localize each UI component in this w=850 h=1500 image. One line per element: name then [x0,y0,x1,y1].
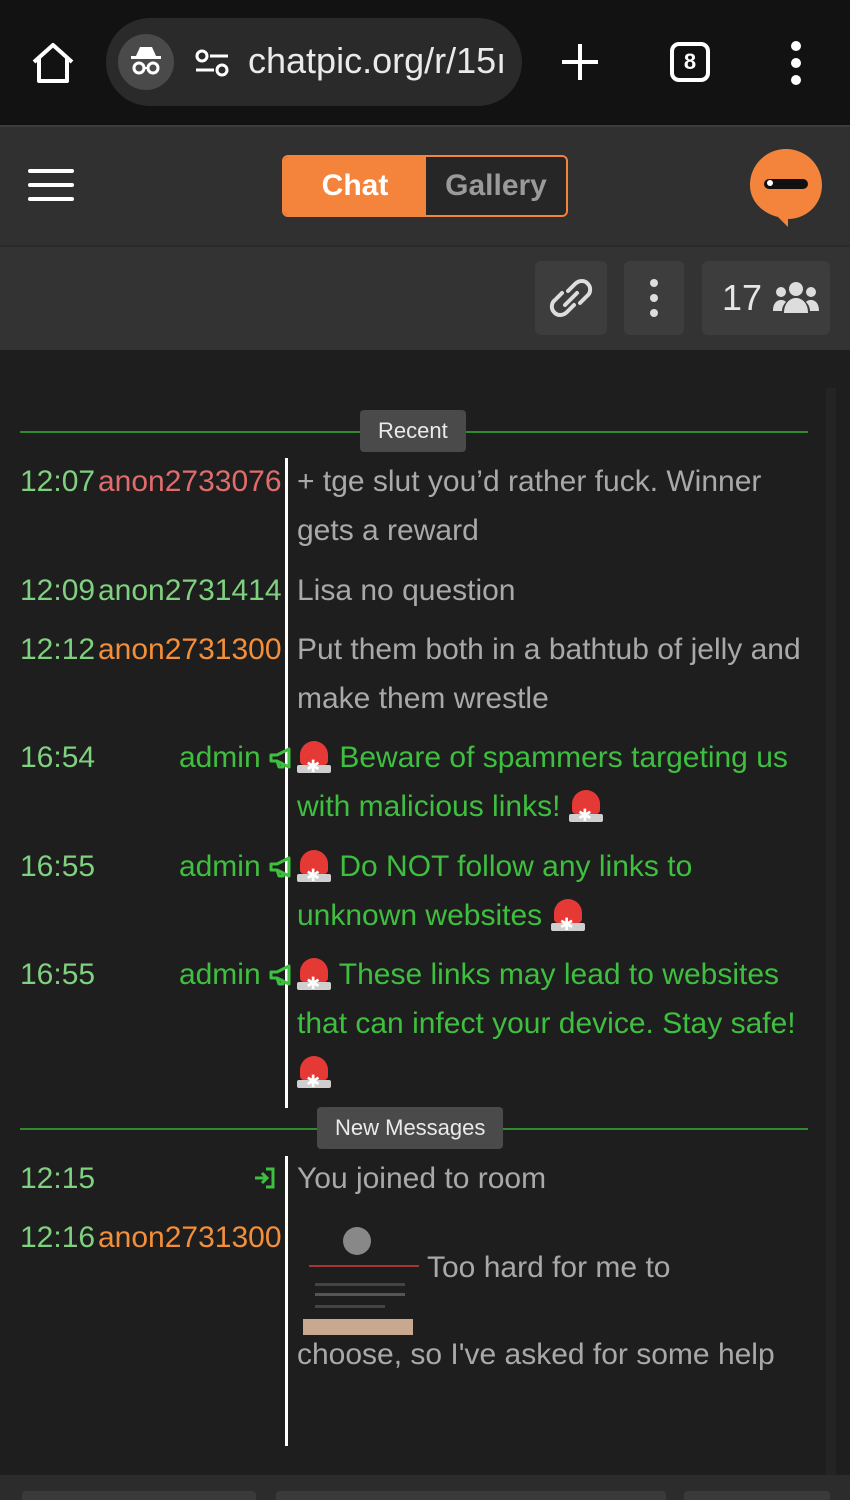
more-vertical-icon [650,279,658,317]
message-time: 12:07 [20,465,96,498]
tab-gallery[interactable]: Gallery [426,157,566,215]
admin-username[interactable]: admin [179,850,295,884]
message-username[interactable]: anon2731300 [98,1221,282,1255]
message-time: 16:55 [20,850,96,883]
message-username[interactable]: anon2731414 [98,574,282,608]
message-time: 16:54 [20,741,96,774]
admin-username[interactable]: admin [179,741,295,775]
browser-menu-icon[interactable] [784,40,808,86]
megaphone-icon [269,964,291,986]
avatar [343,1227,371,1255]
message-time: 12:12 [20,633,96,666]
message-text: Do NOT follow any links to unknown websi… [297,850,693,932]
message-username[interactable]: anon2733076 [98,465,282,499]
browser-toolbar: chatpic.org/r/15ı 8 [0,0,850,125]
bottom-bar [0,1475,850,1500]
admin-message-text: Beware of spammers targeting us with mal… [297,733,807,840]
message-username[interactable]: anon2731300 [98,633,282,667]
message-text: + tge slut you’d rather fuck. Winner get… [297,465,762,547]
scrollbar[interactable] [826,388,836,1475]
message-text: choose, so I've asked for some help [297,1338,775,1371]
message-text: Lisa no question [297,574,516,607]
admin-username[interactable]: admin [179,958,295,992]
message-time: 12:16 [20,1221,96,1254]
login-icon [255,1167,275,1189]
megaphone-icon [269,856,291,878]
share-link-button[interactable] [535,261,607,335]
message-text: You joined to room [297,1162,547,1195]
tab-switcher-button[interactable]: 8 [670,42,710,82]
new-messages-label: New Messages [317,1107,504,1149]
users-icon [773,282,819,313]
link-icon [549,279,593,317]
megaphone-icon [269,747,291,769]
view-switcher: Chat Gallery [282,155,568,217]
recent-label: Recent [360,410,466,452]
incognito-icon [118,34,174,90]
chat-toolbar: 17 [0,245,850,350]
message-image-thumbnail[interactable] [303,1221,428,1347]
siren-icon [550,897,585,949]
site-settings-icon[interactable] [194,48,230,78]
admin-name: admin [178,958,261,991]
message-time: 12:09 [20,574,96,607]
tab-chat[interactable]: Chat [284,157,426,215]
message-text-first-line: Too hard for me to [427,1251,671,1284]
chat-message-list[interactable]: Recent 12:07 anon2733076 + tge slut you’… [0,350,850,1475]
siren-icon [297,739,331,791]
online-users-button[interactable]: 17 [702,261,830,335]
admin-name: admin [178,850,261,883]
new-tab-icon[interactable] [558,40,602,84]
admin-message-text: Do NOT follow any links to unknown websi… [297,842,807,949]
siren-icon [568,788,603,840]
siren-icon [297,956,331,1008]
app-header: Chat Gallery [0,125,850,245]
message-time: 12:15 [20,1162,96,1195]
message-text: Put them both in a bathtub of jelly and … [297,633,801,715]
online-user-count: 17 [722,277,763,318]
address-bar[interactable]: chatpic.org/r/15ı [106,18,522,106]
siren-icon [297,1054,331,1106]
more-options-button[interactable] [624,261,684,335]
url-text: chatpic.org/r/15ı [248,40,507,81]
admin-name: admin [178,741,261,774]
admin-message-text: These links may lead to websites that ca… [297,950,807,1106]
chatpic-logo-icon[interactable] [748,147,824,229]
home-icon[interactable] [28,38,78,88]
siren-icon [297,848,331,900]
message-separator-line [285,458,288,1108]
message-text: These links may lead to websites that ca… [297,958,796,1040]
hamburger-menu-icon[interactable] [28,169,74,205]
message-time: 16:55 [20,958,96,991]
message-separator-line [285,1156,288,1446]
message-text: Beware of spammers targeting us with mal… [297,741,788,823]
